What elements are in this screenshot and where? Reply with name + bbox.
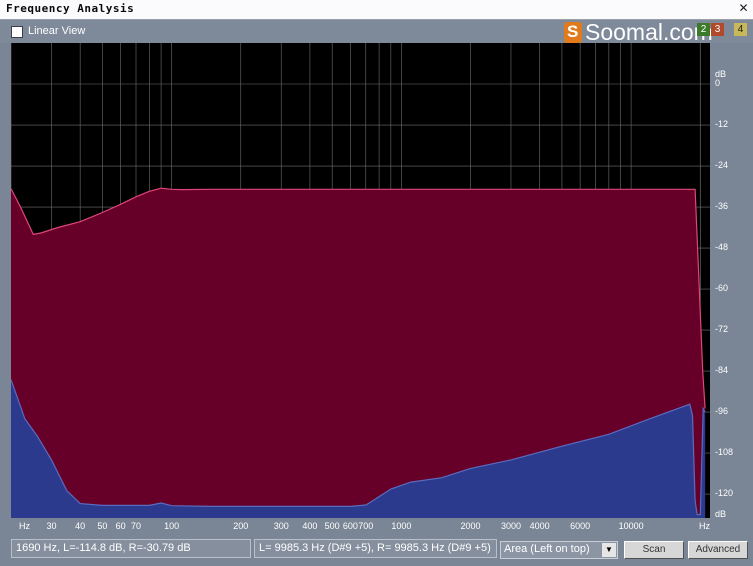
y-tick-label: -24 (715, 160, 729, 171)
x-tick-label: 100 (164, 521, 180, 531)
title-bar[interactable]: Frequency Analysis ✕ (0, 0, 753, 20)
display-mode-value: Area (Left on top) (504, 543, 590, 555)
y-tick-label: -120 (715, 488, 734, 499)
badge-2[interactable]: 2 (697, 23, 710, 36)
logo-text: Soomal.com (585, 19, 713, 45)
spectrum-plot[interactable] (11, 43, 710, 518)
x-tick-label: 50 (97, 521, 108, 531)
frequency-analysis-window: Frequency Analysis ✕ Linear View Soomal.… (0, 0, 753, 566)
y-axis: dB dB 0 -12 -24 -36 -48 -60 -72 -84 -96 -108 -120 (711, 43, 753, 521)
y-tick-label: -60 (715, 283, 729, 294)
x-tick-label: 10000 (618, 521, 644, 531)
y-unit-bottom: dB (715, 509, 727, 519)
y-tick-label: -108 (715, 447, 734, 458)
linear-view-checkbox[interactable] (11, 26, 23, 38)
x-tick-label: 40 (75, 521, 86, 531)
advanced-button[interactable]: Advanced (688, 541, 748, 559)
y-tick-label: -48 (715, 242, 729, 253)
y-tick-label: -72 (715, 324, 729, 335)
x-tick-label: 700 (358, 521, 374, 531)
x-tick-label: 30 (46, 521, 57, 531)
x-tick-label: 300 (273, 521, 289, 531)
display-mode-select[interactable]: Area (Left on top) ▼ (500, 541, 618, 559)
badge-3[interactable]: 3 (711, 23, 724, 36)
x-unit-right: Hz (699, 521, 710, 531)
x-tick-label: 4000 (529, 521, 550, 531)
x-tick-label: 600 (342, 521, 358, 531)
y-tick-label: 0 (715, 78, 721, 88)
x-tick-label: 400 (302, 521, 318, 531)
close-icon[interactable]: ✕ (737, 2, 750, 15)
window-title: Frequency Analysis (6, 2, 135, 15)
badge-4[interactable]: 4 (734, 23, 747, 36)
x-tick-label: 200 (233, 521, 249, 531)
y-tick-label: -12 (715, 119, 729, 129)
linear-view-label[interactable]: Linear View (28, 25, 85, 37)
cursor-readout: 1690 Hz, L=-114.8 dB, R=-30.79 dB (11, 539, 251, 558)
y-tick-label: -84 (715, 365, 729, 376)
x-tick-label: 6000 (570, 521, 591, 531)
x-unit-left: Hz (19, 521, 30, 531)
spectrum-series (11, 187, 706, 518)
peak-readout: L= 9985.3 Hz (D#9 +5), R= 9985.3 Hz (D#9… (254, 539, 497, 558)
chevron-down-icon[interactable]: ▼ (602, 543, 616, 557)
x-tick-label: 70 (130, 521, 142, 531)
scan-button[interactable]: Scan (624, 541, 684, 559)
x-tick-label: 2000 (460, 521, 481, 531)
x-tick-label: 1000 (391, 521, 412, 531)
y-tick-label: -96 (715, 406, 729, 417)
x-tick-label: 3000 (500, 521, 521, 531)
x-tick-label: 500 (324, 521, 340, 531)
logo-s-icon (564, 22, 582, 43)
y-tick-label: -36 (715, 201, 729, 212)
x-tick-label: 60 (115, 521, 126, 531)
